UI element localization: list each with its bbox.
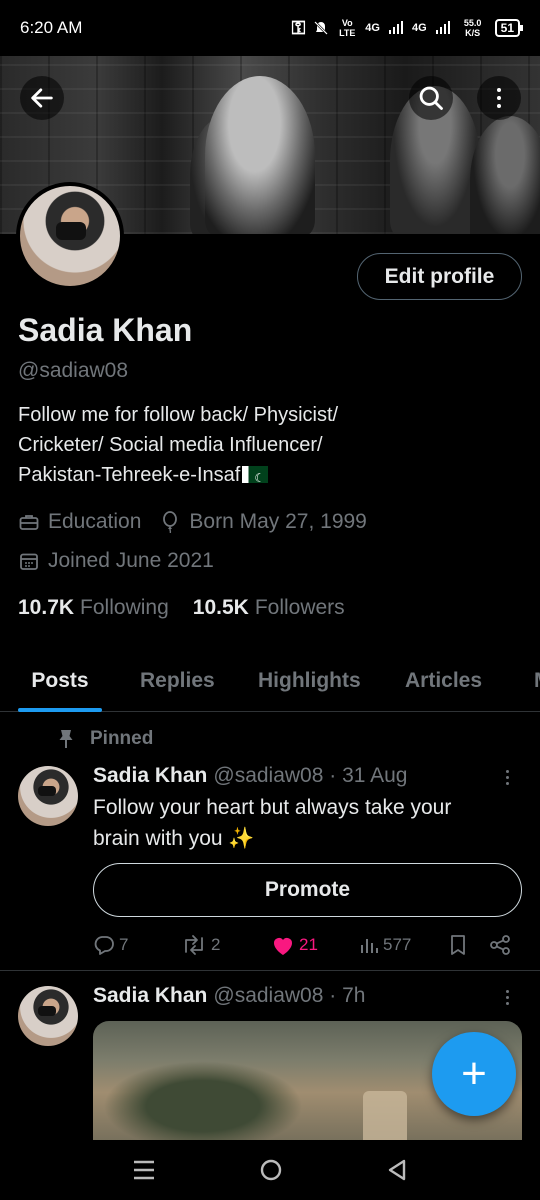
volte-indicator: Vo LTE: [339, 18, 356, 38]
profile-avatar[interactable]: [16, 182, 124, 290]
back-button[interactable]: [20, 76, 64, 120]
following-link[interactable]: 10.7K Following: [18, 596, 169, 620]
pinned-label: Pinned: [90, 728, 154, 749]
system-nav-bar: [0, 1140, 540, 1200]
status-icons: ⚿ Vo LTE 4G 4G 55.0 K/S 51: [291, 17, 524, 39]
bio-line: Cricketer/ Social media Influencer/: [18, 434, 323, 456]
briefcase-icon: [18, 511, 40, 533]
banner-figure: [205, 76, 315, 234]
post-divider: [0, 970, 540, 971]
bookmark-button[interactable]: [449, 934, 467, 956]
profession-item: Education: [18, 510, 141, 534]
profile-meta-row: Education Born May 27, 1999: [18, 510, 385, 534]
home-circle-icon[interactable]: [259, 1158, 283, 1182]
post-header: Sadia Khan @sadiaw08 · 7h: [93, 984, 365, 1008]
compose-button[interactable]: +: [432, 1032, 516, 1116]
profession-label: Education: [48, 510, 142, 533]
bell-off-icon: [314, 21, 329, 35]
profile-handle: @sadiaw08: [18, 359, 129, 382]
reply-button[interactable]: 7: [93, 934, 128, 956]
more-options-button[interactable]: [477, 76, 521, 120]
like-button[interactable]: 21: [271, 934, 318, 956]
profile-bio: Follow me for follow back/ Physicist/ Cr…: [18, 400, 518, 493]
followers-link[interactable]: 10.5K Followers: [193, 596, 345, 620]
status-bar: 6:20 AM ⚿ Vo LTE 4G 4G 55.0 K/S 51: [0, 0, 540, 56]
recents-menu-icon[interactable]: [132, 1159, 156, 1181]
key-icon: ⚿: [291, 17, 306, 38]
repost-icon: [185, 935, 203, 955]
status-time: 6:20 AM: [20, 18, 83, 37]
follow-stats: 10.7K Following 10.5K Followers: [18, 596, 345, 620]
post-author[interactable]: Sadia Khan: [93, 764, 207, 788]
search-icon: [419, 86, 443, 110]
tab-replies[interactable]: Replies: [140, 650, 215, 712]
birthday-label: Born May 27, 1999: [189, 510, 367, 533]
post-more-icon[interactable]: [506, 770, 509, 785]
back-triangle-icon[interactable]: [386, 1158, 408, 1182]
pakistan-flag-icon: [242, 463, 269, 493]
post-text: Follow your heart but always take your b…: [93, 796, 452, 850]
pinned-indicator: Pinned: [58, 728, 153, 750]
post-meta: @sadiaw08 · 31 Aug: [213, 764, 408, 787]
post-avatar[interactable]: [18, 986, 78, 1046]
bio-line: Follow me for follow back/ Physicist/: [18, 404, 339, 426]
tab-media[interactable]: M: [534, 650, 540, 712]
birthday-item: Born May 27, 1999: [159, 510, 367, 534]
network-4g-1: 4G: [365, 22, 380, 34]
balloon-icon: [159, 511, 181, 533]
search-button[interactable]: [409, 76, 453, 120]
post-meta: @sadiaw08 · 7h: [213, 984, 366, 1007]
battery-indicator: 51: [494, 19, 524, 37]
more-vertical-icon: [497, 88, 501, 108]
pin-icon: [59, 730, 73, 748]
post-author[interactable]: Sadia Khan: [93, 984, 207, 1008]
views-button[interactable]: 577: [359, 935, 411, 955]
share-icon: [490, 935, 510, 955]
reply-icon: [94, 936, 114, 955]
tab-posts[interactable]: Posts: [18, 650, 102, 712]
arrow-left-icon: [31, 88, 53, 108]
signal-icon-2: [435, 21, 450, 34]
profile-tabs: Posts Replies Highlights Articles M: [0, 650, 540, 712]
joined-item: Joined June 2021: [18, 549, 214, 573]
repost-button[interactable]: 2: [181, 934, 220, 956]
tab-articles[interactable]: Articles: [405, 650, 482, 712]
promote-button[interactable]: Promote: [93, 863, 522, 917]
heart-icon: [274, 938, 292, 955]
profile-name: Sadia Khan: [18, 312, 193, 348]
post-more-icon[interactable]: [506, 990, 509, 1005]
tab-highlights[interactable]: Highlights: [258, 650, 361, 712]
bookmark-icon: [451, 935, 465, 955]
joined-label: Joined June 2021: [48, 549, 214, 572]
profile-meta-row: Joined June 2021: [18, 549, 232, 573]
sparkles-emoji: ✨: [228, 827, 255, 850]
post-header: Sadia Khan @sadiaw08 · 31 Aug: [93, 764, 407, 788]
edit-profile-button[interactable]: Edit profile: [357, 253, 522, 300]
network-4g-2: 4G: [411, 22, 427, 34]
views-chart-icon: [361, 939, 378, 953]
bio-line: Pakistan-Tehreek-e-Insaf: [18, 460, 518, 493]
calendar-icon: [18, 550, 40, 572]
network-speed: 55.0 K/S: [463, 18, 482, 38]
share-button[interactable]: [489, 934, 511, 956]
post-actions: 7 2 21 577: [93, 930, 518, 960]
post-avatar[interactable]: [18, 766, 78, 826]
signal-icon: [388, 21, 403, 34]
